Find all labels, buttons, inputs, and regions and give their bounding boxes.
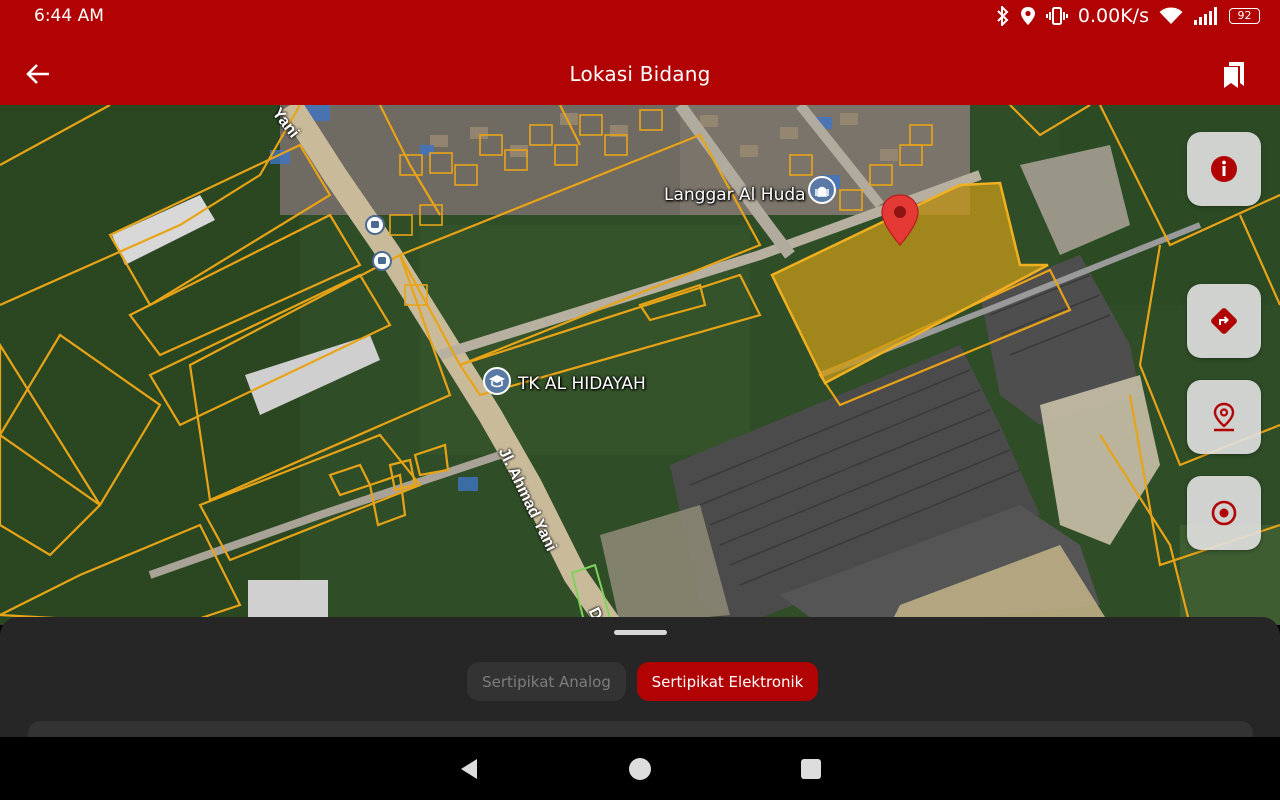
location-icon bbox=[1020, 7, 1035, 25]
status-bar: 6:44 AM 0.00K/s 92 bbox=[0, 0, 1280, 32]
bookmarks-icon bbox=[1224, 62, 1244, 88]
recents-square-icon bbox=[801, 759, 821, 779]
signal-icon bbox=[1194, 7, 1217, 25]
bottom-sheet: Sertipikat Analog Sertipikat Elektronik bbox=[0, 617, 1280, 751]
wifi-icon bbox=[1159, 7, 1183, 24]
my-location-button[interactable] bbox=[1187, 476, 1261, 550]
status-icons: 0.00K/s 92 bbox=[996, 4, 1260, 28]
app-bar: 6:44 AM 0.00K/s 92 Lokasi Bidang bbox=[0, 0, 1280, 105]
battery-icon: 92 bbox=[1229, 8, 1260, 24]
directions-button[interactable] bbox=[1187, 284, 1261, 358]
location-pin-icon bbox=[1213, 402, 1235, 432]
page-title: Lokasi Bidang bbox=[569, 62, 711, 86]
net-speed: 0.00K/s bbox=[1077, 5, 1149, 27]
vibrate-icon bbox=[1045, 7, 1068, 25]
directions-icon bbox=[1211, 308, 1237, 334]
mosque-label: Langgar Al Huda bbox=[664, 185, 806, 205]
tab-sertipikat-analog[interactable]: Sertipikat Analog bbox=[467, 662, 626, 701]
location-pin-button[interactable] bbox=[1187, 380, 1261, 454]
bluetooth-icon bbox=[997, 6, 1009, 26]
sheet-drag-handle[interactable] bbox=[614, 630, 667, 635]
info-button[interactable] bbox=[1187, 132, 1261, 206]
nav-recents-button[interactable] bbox=[797, 755, 825, 783]
school-icon[interactable] bbox=[483, 367, 511, 395]
info-icon bbox=[1211, 156, 1237, 182]
bookmarks-button[interactable] bbox=[1218, 58, 1250, 92]
school-label: TK AL HIDAYAH bbox=[518, 374, 646, 394]
bus-stop-icon[interactable] bbox=[372, 251, 392, 271]
nav-back-button[interactable] bbox=[455, 755, 483, 783]
nav-home-button[interactable] bbox=[626, 755, 654, 783]
map-view[interactable]: Langgar Al Huda TK AL HIDAYAH Jl. Ahmad … bbox=[0, 105, 1280, 625]
home-circle-icon bbox=[629, 758, 651, 780]
back-triangle-icon bbox=[461, 759, 477, 779]
satellite-imagery bbox=[0, 105, 1280, 625]
system-nav-bar bbox=[0, 737, 1280, 800]
location-marker-icon[interactable] bbox=[880, 193, 920, 247]
status-time: 6:44 AM bbox=[34, 6, 104, 26]
mosque-icon[interactable] bbox=[808, 176, 836, 204]
tab-sertipikat-elektronik[interactable]: Sertipikat Elektronik bbox=[637, 662, 818, 701]
target-icon bbox=[1211, 500, 1237, 526]
bus-stop-icon[interactable] bbox=[365, 215, 385, 235]
